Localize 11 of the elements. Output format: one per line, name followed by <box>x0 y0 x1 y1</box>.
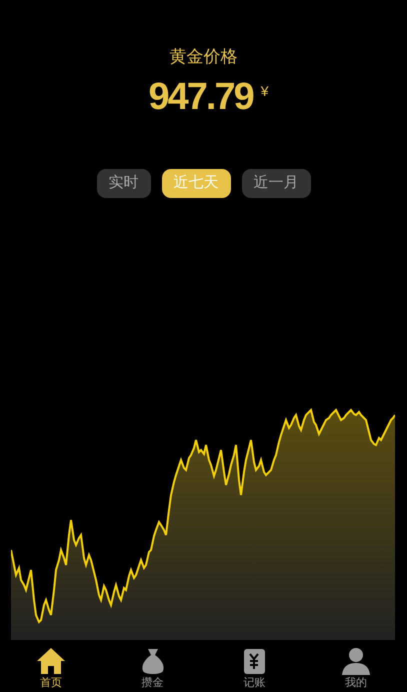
nav-item[interactable]: 记账 <box>204 640 306 692</box>
page-title: 黄金价格 <box>170 46 238 68</box>
nav-item[interactable]: 攒金 <box>102 640 204 692</box>
user-icon <box>341 646 372 676</box>
range-tab[interactable]: 近一月 <box>242 169 310 198</box>
range-tab[interactable]: 实时 <box>96 169 150 198</box>
currency-symbol: ¥ <box>260 82 269 101</box>
home-icon <box>36 646 66 676</box>
nav-item[interactable]: 我的 <box>305 640 407 692</box>
price-value: 947.79 <box>148 75 253 119</box>
nav-item[interactable]: 首页 <box>0 640 102 692</box>
